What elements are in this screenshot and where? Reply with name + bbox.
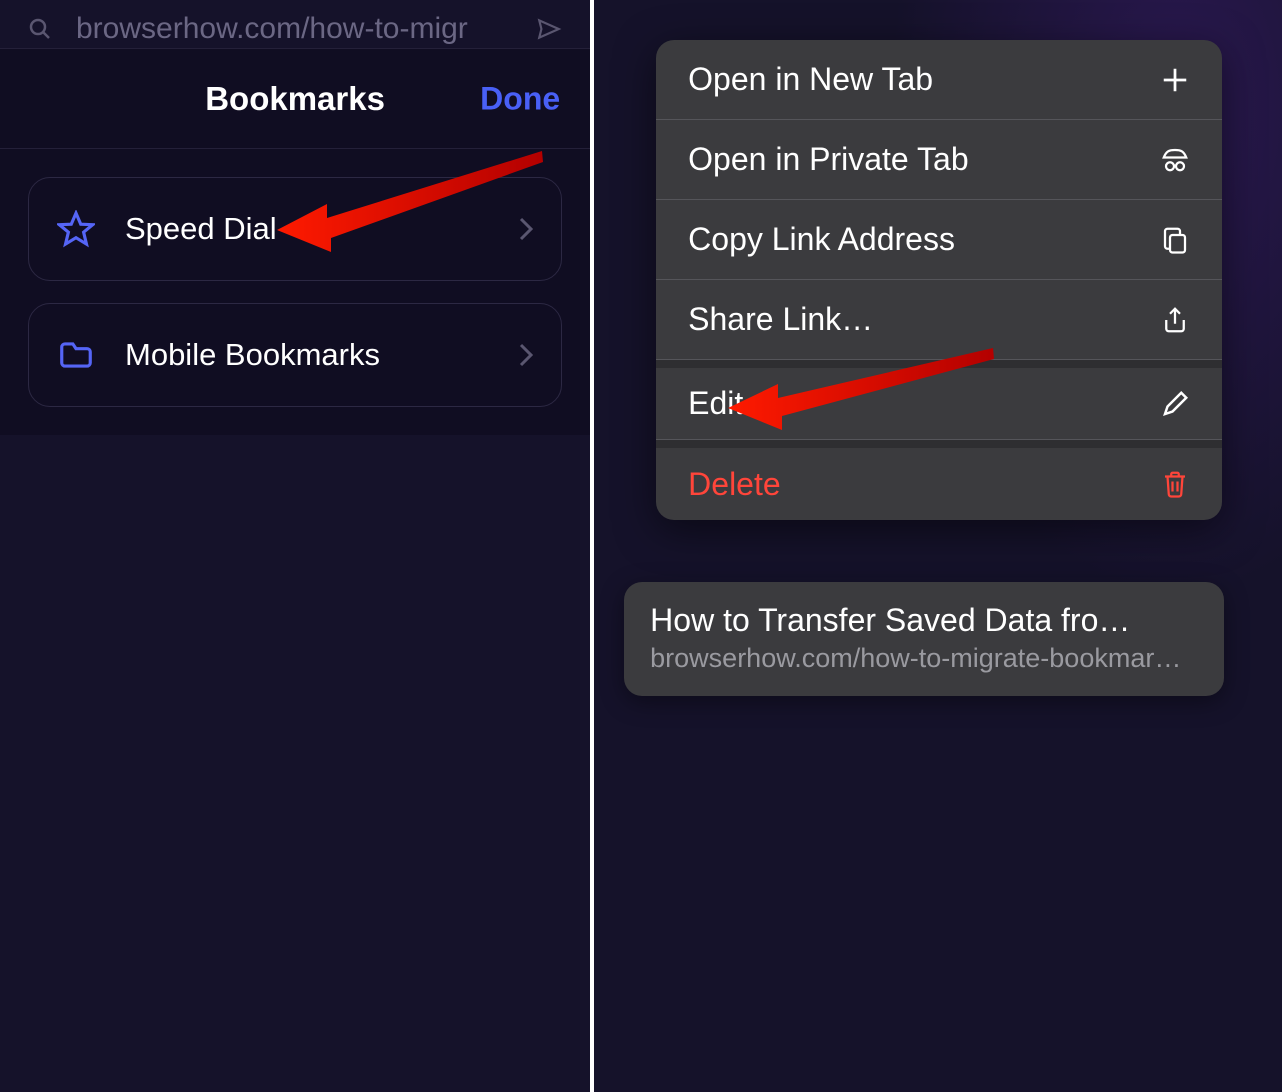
menu-label: Open in Private Tab <box>688 141 968 178</box>
folder-label: Mobile Bookmarks <box>125 337 519 373</box>
star-icon <box>57 210 95 248</box>
annotation-arrow-edit <box>728 346 998 436</box>
address-bar[interactable]: browserhow.com/how-to-migr <box>0 0 590 48</box>
folder-item-mobile-bookmarks[interactable]: Mobile Bookmarks <box>28 303 562 407</box>
sheet-header: Bookmarks Done <box>0 49 590 149</box>
menu-item-delete[interactable]: Delete <box>656 440 1222 520</box>
menu-label: Copy Link Address <box>688 221 955 258</box>
menu-label: Share Link… <box>688 301 873 338</box>
folder-icon <box>57 336 95 374</box>
chevron-right-icon <box>519 217 533 241</box>
incognito-icon <box>1160 145 1190 175</box>
bookmark-title: How to Transfer Saved Data fro… <box>650 602 1198 639</box>
folder-list: Speed Dial Mobile <box>0 149 590 435</box>
folder-item-speed-dial[interactable]: Speed Dial <box>28 177 562 281</box>
menu-item-open-new-tab[interactable]: Open in New Tab <box>656 40 1222 120</box>
bookmark-preview-card[interactable]: How to Transfer Saved Data fro… browserh… <box>624 582 1224 696</box>
folder-label: Speed Dial <box>125 211 519 247</box>
menu-item-open-private-tab[interactable]: Open in Private Tab <box>656 120 1222 200</box>
copy-icon <box>1160 225 1190 255</box>
page-title: Bookmarks <box>205 80 385 118</box>
menu-label: Edit <box>688 385 743 422</box>
menu-item-share-link[interactable]: Share Link… <box>656 280 1222 360</box>
annotation-arrow-speed-dial <box>277 148 547 268</box>
menu-item-copy-link[interactable]: Copy Link Address <box>656 200 1222 280</box>
menu-label: Delete <box>688 466 781 503</box>
bookmarks-panel: browserhow.com/how-to-migr Bookmarks Don… <box>0 0 590 1092</box>
bookmarks-sheet: Bookmarks Done Speed Dial <box>0 48 590 435</box>
menu-item-edit[interactable]: Edit <box>656 360 1222 440</box>
menu-label: Open in New Tab <box>688 61 933 98</box>
chevron-right-icon <box>519 343 533 367</box>
bookmark-url: browserhow.com/how-to-migrate-bookmar… <box>650 643 1198 674</box>
context-menu-panel: Open in New Tab Open in Private Tab Copy… <box>594 0 1282 1092</box>
send-icon <box>536 16 562 42</box>
address-bar-text: browserhow.com/how-to-migr <box>76 12 524 46</box>
done-button[interactable]: Done <box>480 80 560 117</box>
context-menu: Open in New Tab Open in Private Tab Copy… <box>656 40 1222 520</box>
share-icon <box>1160 305 1190 335</box>
plus-icon <box>1160 65 1190 95</box>
search-icon <box>28 17 52 41</box>
trash-icon <box>1160 469 1190 499</box>
pencil-icon <box>1160 389 1190 419</box>
